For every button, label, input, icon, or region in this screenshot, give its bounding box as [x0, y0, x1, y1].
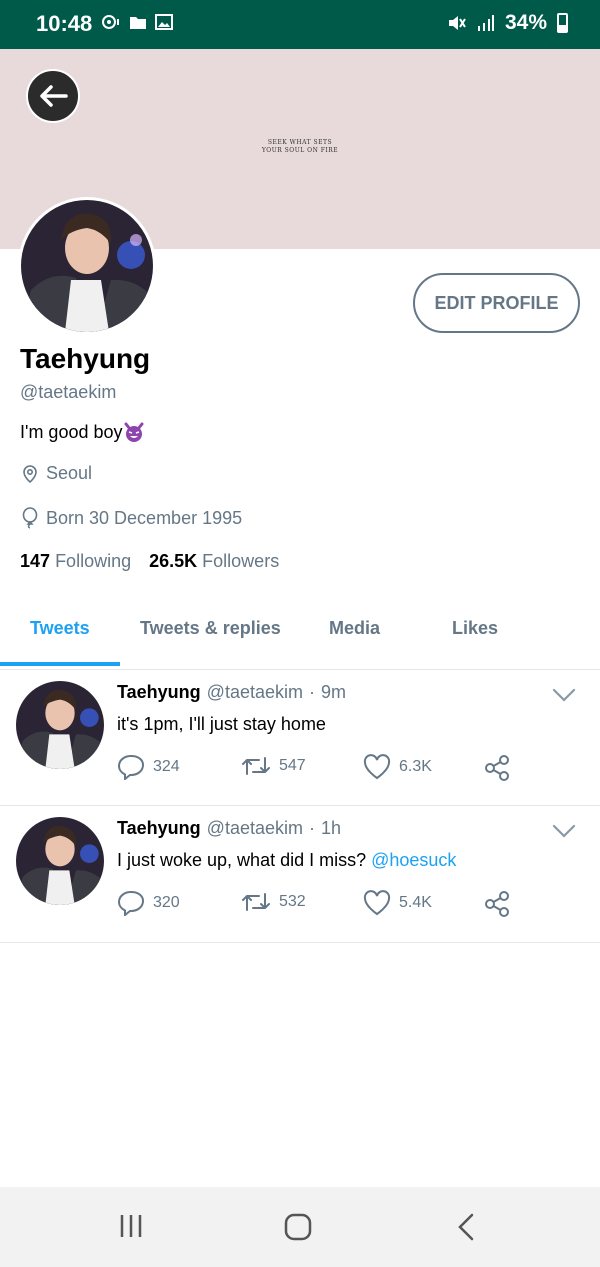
tweet-body: I just woke up, what did I miss?: [117, 850, 372, 870]
avatar-photo: [16, 817, 104, 905]
share-icon: [485, 755, 509, 781]
tab-likes[interactable]: Likes: [452, 618, 498, 639]
folder-icon: [130, 17, 146, 29]
tweet-author-handle[interactable]: @taetaekim: [207, 682, 303, 703]
followers-count: 26.5K: [149, 551, 198, 571]
chevron-down-icon: [552, 824, 576, 838]
home-icon: [284, 1213, 312, 1241]
profile-location-text: Seoul: [46, 463, 93, 483]
like-count: 6.3K: [399, 758, 432, 775]
reply-count: 320: [153, 894, 180, 911]
media-notification-icon: [102, 15, 119, 29]
like-button[interactable]: 6.3K: [363, 754, 432, 780]
status-bar: 10:48 34%: [0, 0, 600, 49]
banner-quote-line2: YOUR SOUL ON FIRE: [261, 147, 339, 154]
chevron-down-icon: [552, 688, 576, 702]
devil-emoji-icon: [124, 422, 143, 442]
retweet-button[interactable]: 547: [241, 754, 306, 778]
tweet-body: it's 1pm, I'll just stay home: [117, 714, 326, 734]
tweet-text: it's 1pm, I'll just stay home: [117, 714, 326, 735]
retweet-count: 547: [279, 757, 306, 774]
tweet-actions: 324 547 6.3K: [117, 754, 517, 782]
tweet[interactable]: Taehyung @taetaekim · 1h I just woke up,…: [0, 806, 600, 943]
tweet[interactable]: Taehyung @taetaekim · 9m it's 1pm, I'll …: [0, 669, 600, 806]
avatar-photo: [16, 681, 104, 769]
recent-apps-icon: [120, 1215, 142, 1237]
back-button[interactable]: [26, 69, 80, 123]
tweet-author-name[interactable]: Taehyung: [117, 682, 201, 703]
tweet-author-name[interactable]: Taehyung: [117, 818, 201, 839]
tab-media[interactable]: Media: [329, 618, 380, 639]
status-time: 10:48: [36, 11, 93, 36]
tweet-actions: 320 532 5.4K: [117, 890, 517, 918]
reply-icon: [117, 890, 145, 916]
tab-tweets[interactable]: Tweets: [30, 618, 90, 639]
retweet-button[interactable]: 532: [241, 890, 306, 914]
reply-icon: [117, 754, 145, 780]
profile-name: Taehyung: [20, 343, 151, 374]
mute-icon: [448, 16, 466, 30]
following-label: Following: [55, 551, 132, 571]
home-button[interactable]: [284, 1213, 312, 1246]
arrow-left-icon: [40, 85, 68, 107]
active-tab-indicator: [0, 662, 120, 666]
heart-icon: [363, 754, 391, 780]
like-button[interactable]: 5.4K: [363, 890, 432, 916]
followers-link[interactable]: 26.5K Followers: [149, 551, 279, 572]
profile-avatar[interactable]: [18, 197, 156, 335]
tweet-header: Taehyung @taetaekim · 1h: [117, 818, 341, 839]
edit-profile-button[interactable]: EDIT PROFILE: [413, 273, 580, 333]
tab-tweets-replies[interactable]: Tweets & replies: [140, 618, 281, 639]
battery-percent: 34%: [504, 11, 547, 34]
image-icon: [155, 14, 173, 30]
tweet-menu-button[interactable]: [552, 688, 576, 707]
heart-icon: [363, 890, 391, 916]
chevron-left-icon: [458, 1213, 474, 1241]
reply-button[interactable]: 320: [117, 890, 180, 916]
system-nav-bar: [0, 1187, 600, 1267]
banner-quote-line1: SEEK WHAT SETS: [267, 139, 333, 146]
avatar-photo: [21, 200, 153, 332]
tweet-author-handle[interactable]: @taetaekim: [207, 818, 303, 839]
profile-location: Seoul: [20, 463, 92, 484]
profile-birthday: Born 30 December 1995: [20, 507, 242, 529]
following-link[interactable]: 147 Following: [20, 551, 131, 572]
status-notification-icons: [101, 14, 173, 30]
status-right: 34%: [447, 11, 568, 35]
tweet-header: Taehyung @taetaekim · 9m: [117, 682, 346, 703]
system-back-button[interactable]: [456, 1213, 476, 1246]
profile-birthday-text: Born 30 December 1995: [46, 507, 243, 528]
battery-icon: [557, 13, 568, 33]
reply-count: 324: [153, 758, 180, 775]
reply-button[interactable]: 324: [117, 754, 180, 780]
recent-apps-button[interactable]: [118, 1213, 144, 1244]
retweet-icon: [242, 757, 270, 775]
follow-stats: 147 Following 26.5K Followers: [20, 551, 279, 572]
like-count: 5.4K: [399, 894, 432, 911]
tweet-mention[interactable]: @hoesuck: [371, 850, 456, 870]
share-button[interactable]: [484, 754, 512, 782]
profile-handle: @taetaekim: [20, 382, 117, 402]
location-pin-icon: [23, 464, 37, 483]
followers-label: Followers: [202, 551, 280, 571]
tweet-avatar[interactable]: [16, 681, 104, 769]
profile-tabs: Tweets Tweets & replies Media Likes: [0, 605, 600, 667]
tweet-text: I just woke up, what did I miss? @hoesuc…: [117, 850, 456, 871]
profile-bio: I'm good boy: [20, 421, 145, 443]
tweet-avatar[interactable]: [16, 817, 104, 905]
following-count: 147: [20, 551, 51, 571]
tweet-separator: ·: [308, 818, 315, 838]
profile-bio-text: I'm good boy: [20, 421, 123, 442]
tweet-menu-button[interactable]: [552, 824, 576, 843]
retweet-count: 532: [279, 893, 306, 910]
signal-icon: [477, 15, 494, 31]
share-button[interactable]: [484, 890, 512, 918]
tweet-time: 1h: [320, 818, 342, 838]
tweet-separator: ·: [308, 682, 315, 702]
retweet-icon: [242, 893, 270, 911]
tweet-time: 9m: [320, 682, 346, 702]
share-icon: [485, 891, 509, 917]
balloon-icon: [22, 507, 38, 529]
banner-quote: SEEK WHAT SETS YOUR SOUL ON FIRE: [252, 139, 348, 155]
